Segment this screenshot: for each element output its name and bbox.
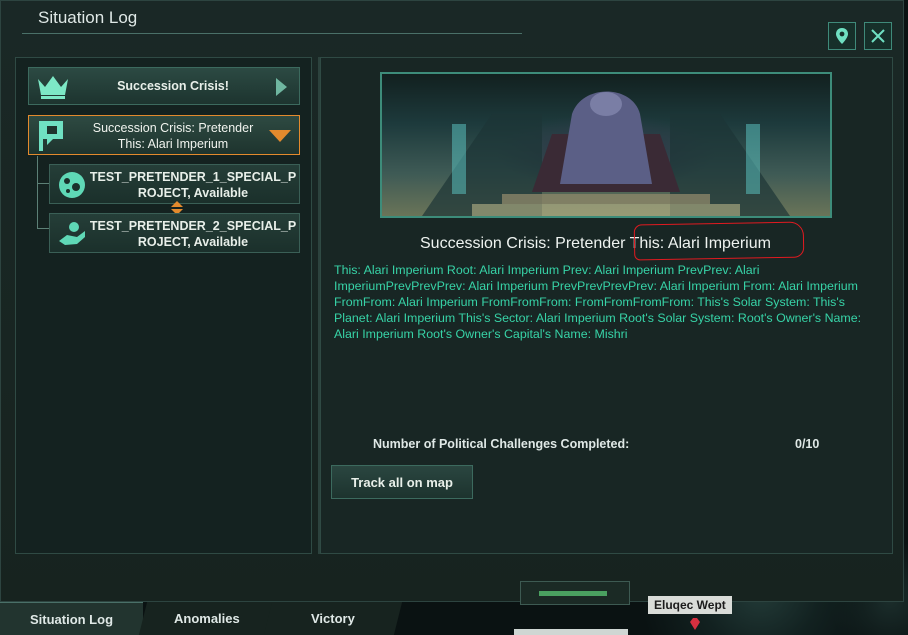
pretender-item-label: Succession Crisis: Pretender This: Alari… [73, 120, 273, 152]
pretender-flag-icon [39, 121, 63, 151]
tree-connector [37, 183, 49, 184]
tree-connector [37, 228, 49, 229]
bottom-bar [514, 629, 628, 635]
list-item-project[interactable]: TEST_PRETENDER_1_SPECIAL_P ROJECT, Avail… [49, 164, 300, 204]
planet-label[interactable]: Eluqec Wept [648, 596, 732, 614]
tab-victory[interactable]: Victory [263, 602, 403, 635]
project-label: TEST_PRETENDER_1_SPECIAL_P ROJECT, Avail… [88, 169, 298, 201]
pretender-line-1: Succession Crisis: Pretender [92, 121, 254, 135]
close-icon [871, 29, 885, 43]
tab-label: Victory [311, 611, 355, 626]
map-pin-icon [836, 28, 848, 44]
throne-room-illustration [422, 91, 790, 216]
tab-situation-log[interactable]: Situation Log [0, 602, 143, 635]
project-line-2: ROJECT, Available [137, 235, 249, 249]
pretender-line-2: This: Alari Imperium [117, 137, 229, 151]
list-item-project[interactable]: TEST_PRETENDER_2_SPECIAL_P ROJECT, Avail… [49, 213, 300, 253]
tab-label: Anomalies [174, 611, 240, 626]
gem-icon [690, 618, 700, 630]
chevron-down-icon[interactable] [269, 130, 291, 142]
situation-header-label: Succession Crisis! [117, 79, 229, 93]
tab-anomalies[interactable]: Anomalies [138, 602, 276, 635]
project-label: TEST_PRETENDER_2_SPECIAL_P ROJECT, Avail… [88, 218, 298, 250]
project-line-1: TEST_PRETENDER_2_SPECIAL_P [89, 219, 297, 233]
close-button[interactable] [864, 22, 892, 50]
challenges-value: 0/10 [795, 437, 820, 451]
fleet-status-bar[interactable] [520, 581, 630, 605]
locate-button[interactable] [828, 22, 856, 50]
project-line-1: TEST_PRETENDER_1_SPECIAL_P [89, 170, 297, 184]
annotation-highlight [633, 221, 805, 261]
window-title: Situation Log [38, 8, 138, 27]
event-description: This: Alari Imperium Root: Alari Imperiu… [334, 263, 862, 341]
project-line-2: ROJECT, Available [137, 186, 249, 200]
event-title-prefix: Succession Crisis: Pretender [420, 235, 630, 252]
fleet-health-fill [539, 591, 607, 596]
project-hands-icon [56, 218, 88, 250]
crown-icon [38, 76, 68, 99]
tree-connector [37, 156, 38, 228]
track-all-on-map-button[interactable]: Track all on map [331, 465, 473, 499]
challenges-label: Number of Political Challenges Completed… [373, 437, 630, 451]
tab-label: Situation Log [29, 611, 114, 627]
situation-header-succession-crisis[interactable]: Succession Crisis! [28, 67, 300, 105]
list-item-pretender[interactable]: Succession Crisis: Pretender This: Alari… [28, 115, 300, 155]
project-planet-icon [56, 169, 88, 201]
arrow-right-icon [276, 78, 287, 96]
event-illustration [380, 72, 832, 218]
